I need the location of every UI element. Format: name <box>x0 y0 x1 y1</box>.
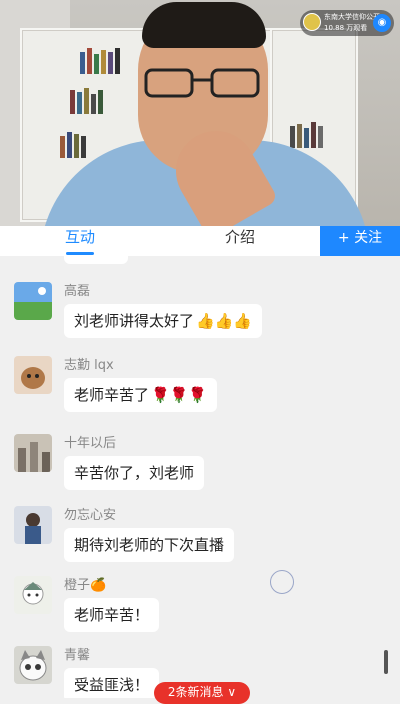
avatar[interactable] <box>14 356 52 394</box>
avatar[interactable] <box>14 646 52 684</box>
rose-icon: 🌹🌹🌹 <box>151 386 208 404</box>
username: 十年以后 <box>64 436 117 451</box>
books-row-1 <box>80 46 140 74</box>
message-bubble: 老师辛苦了 🌹🌹🌹 <box>64 378 218 412</box>
avatar[interactable] <box>14 506 52 544</box>
subscribe-icon[interactable]: ◉ <box>373 14 391 32</box>
username: 橙子🍊 <box>64 578 107 593</box>
floating-circle-button[interactable] <box>270 570 294 594</box>
avatar[interactable] <box>14 434 52 472</box>
books-row-2 <box>70 86 130 114</box>
username: 志勤 lqx <box>64 358 114 373</box>
speaker-hair <box>142 2 266 48</box>
username: 高磊 <box>64 284 91 299</box>
username: 青馨 <box>64 648 91 663</box>
scrollbar[interactable] <box>384 650 388 674</box>
channel-avatar <box>303 13 321 31</box>
channel-name: 东南大学信仰公开 <box>324 13 380 21</box>
chat-list[interactable]: 高磊 刘老师讲得太好了 👍👍👍 志勤 lqx 老师辛苦了 🌹🌹🌹 十年以后 辛苦你了… <box>0 256 400 698</box>
tab-intro[interactable]: 介绍 <box>210 226 270 256</box>
message-bubble: 期待刘老师的下次直播 <box>64 528 235 562</box>
message-bubble: 受益匪浅！ <box>64 668 160 698</box>
avatar[interactable] <box>14 282 52 320</box>
live-video[interactable]: 东南大学信仰公开 10.88 万观看 ◉ <box>0 0 400 226</box>
new-messages-button[interactable]: 2条新消息 ∨ <box>154 682 250 704</box>
username: 勿忘心安 <box>64 508 117 523</box>
message-bubble: 老师辛苦！ <box>64 598 160 632</box>
glasses-icon <box>144 68 260 98</box>
view-count: 10.88 万观看 <box>324 24 368 32</box>
follow-button[interactable]: + 关注 <box>320 226 400 256</box>
live-channel-badge[interactable]: 东南大学信仰公开 10.88 万观看 ◉ <box>300 10 394 36</box>
active-tab-indicator <box>66 252 94 255</box>
thumbs-up-icon: 👍👍👍 <box>196 312 253 330</box>
previous-bubble-edge <box>64 256 128 264</box>
books-row-4 <box>290 120 340 148</box>
avatar[interactable] <box>14 576 52 614</box>
message-bubble: 辛苦你了，刘老师 <box>64 456 205 490</box>
message-bubble: 刘老师讲得太好了 👍👍👍 <box>64 304 263 338</box>
tab-bar: 互动 介绍 + 关注 <box>0 226 400 256</box>
